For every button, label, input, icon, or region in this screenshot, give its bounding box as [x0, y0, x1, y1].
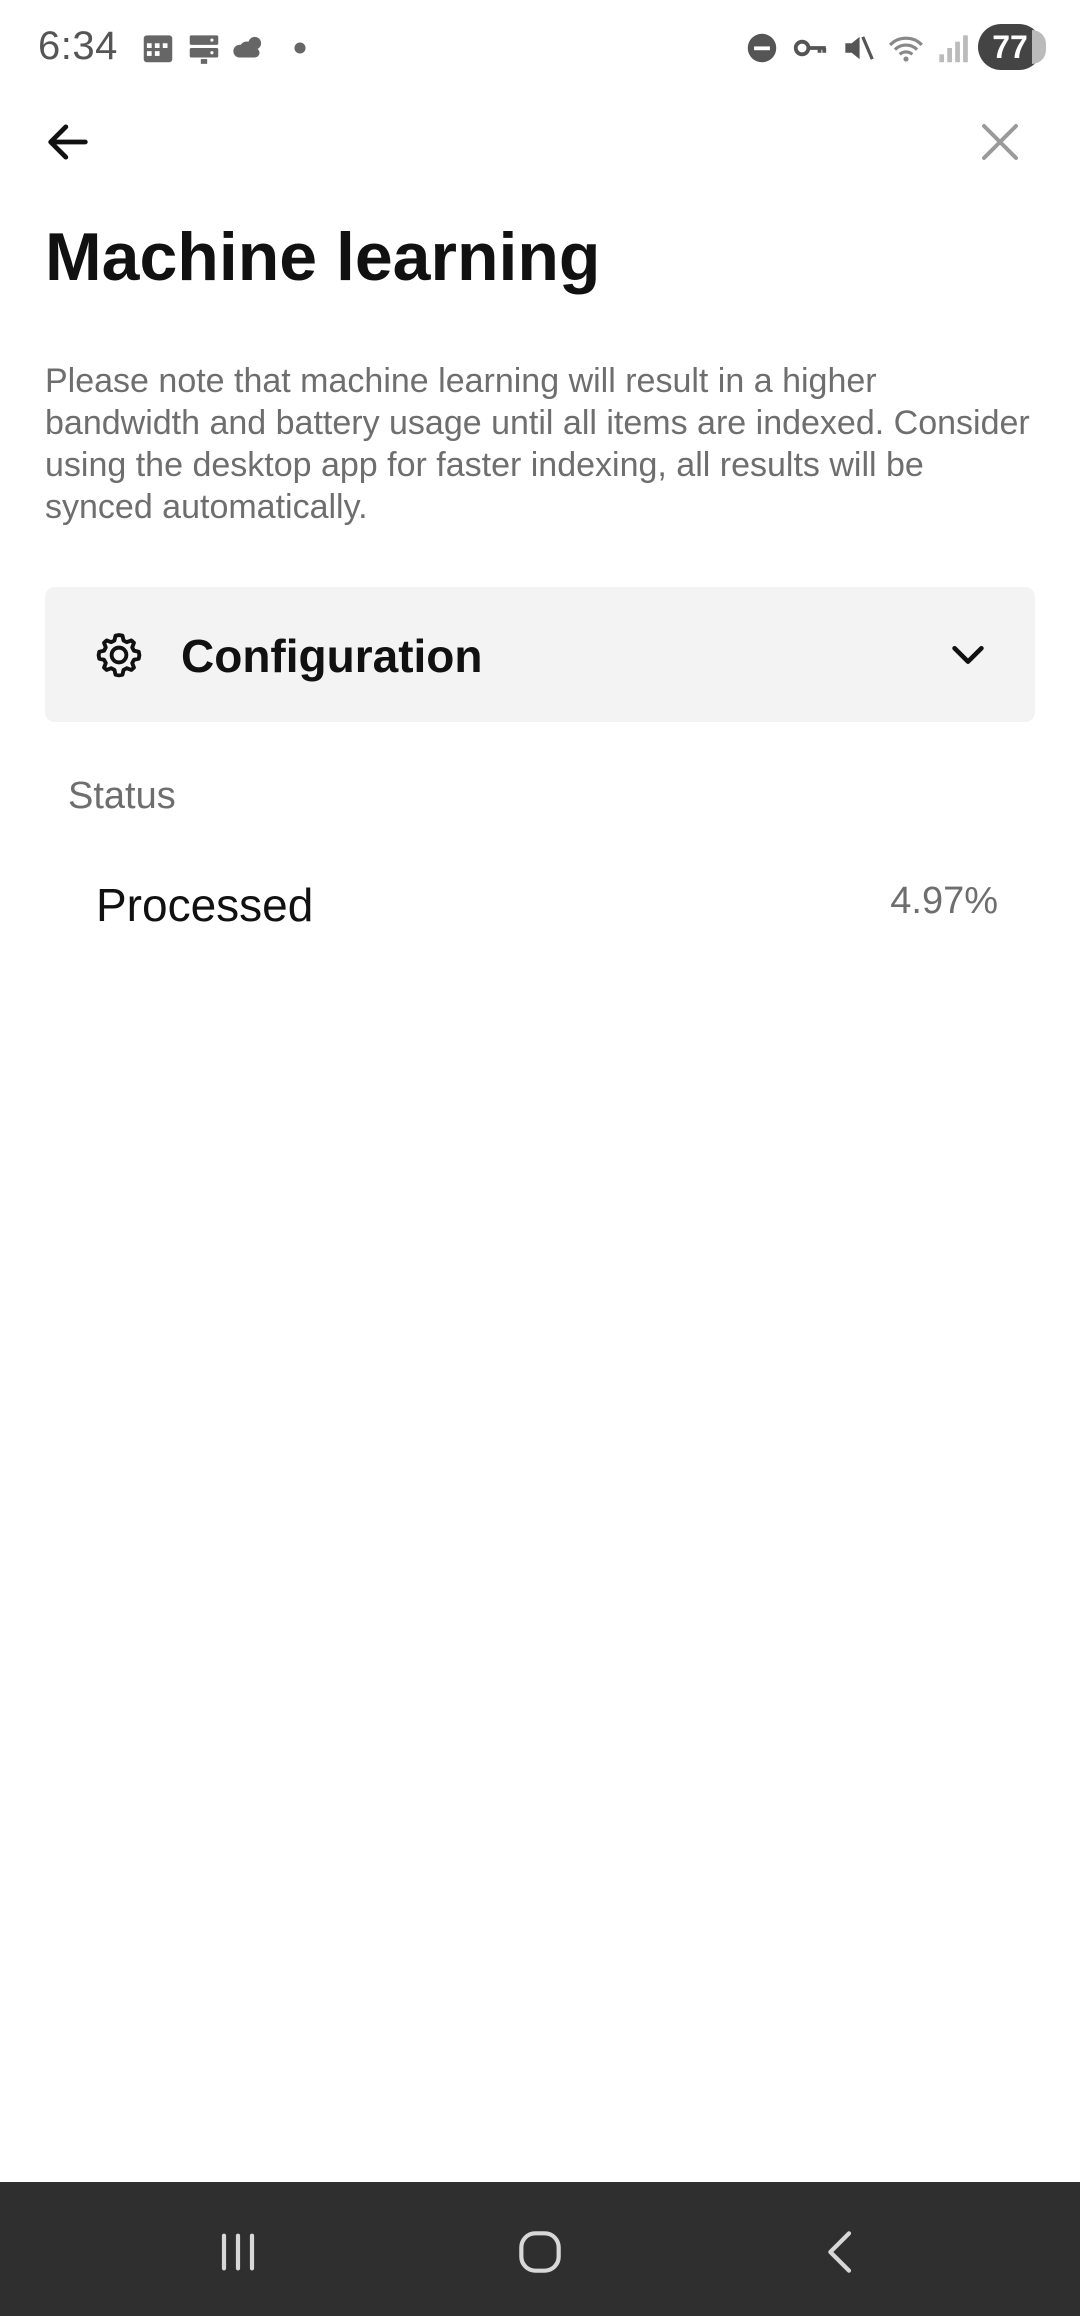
status-time: 6:34 [38, 24, 118, 68]
back-icon [828, 2231, 852, 2273]
signal-icon [932, 28, 972, 68]
processed-label: Processed [96, 879, 314, 931]
processed-row: Processed 4.97% [45, 860, 1035, 950]
gear-icon [96, 633, 142, 678]
battery-indicator: 77 [978, 24, 1046, 70]
system-nav-bar [0, 2182, 1080, 2316]
system-back-button[interactable] [802, 2212, 882, 2292]
weather-icon [230, 28, 270, 68]
configuration-label: Configuration [181, 630, 483, 682]
wifi-icon [886, 28, 926, 68]
server-icon [184, 28, 224, 68]
key-icon [790, 28, 830, 68]
description-text: Please note that machine learning will r… [45, 362, 1030, 526]
recents-icon [221, 2233, 255, 2271]
status-heading: Status [68, 775, 176, 817]
processed-value: 4.97% [890, 880, 998, 922]
home-button[interactable] [500, 2212, 580, 2292]
close-icon [982, 124, 1018, 160]
chevron-down-icon [952, 645, 984, 664]
close-button[interactable] [970, 112, 1030, 172]
back-button[interactable] [38, 112, 98, 172]
screen: 6:34 77 Machine learning Please note tha… [0, 0, 1080, 2316]
calendar-icon [138, 28, 178, 68]
recents-button[interactable] [198, 2212, 278, 2292]
configuration-expander[interactable]: Configuration [45, 587, 1035, 722]
status-bar: 6:34 77 [0, 0, 1080, 96]
mute-icon [838, 28, 878, 68]
arrow-left-icon [48, 124, 88, 160]
page-title: Machine learning [45, 219, 601, 295]
home-icon [519, 2231, 561, 2273]
dot-icon [280, 28, 320, 68]
dnd-icon [742, 28, 782, 68]
